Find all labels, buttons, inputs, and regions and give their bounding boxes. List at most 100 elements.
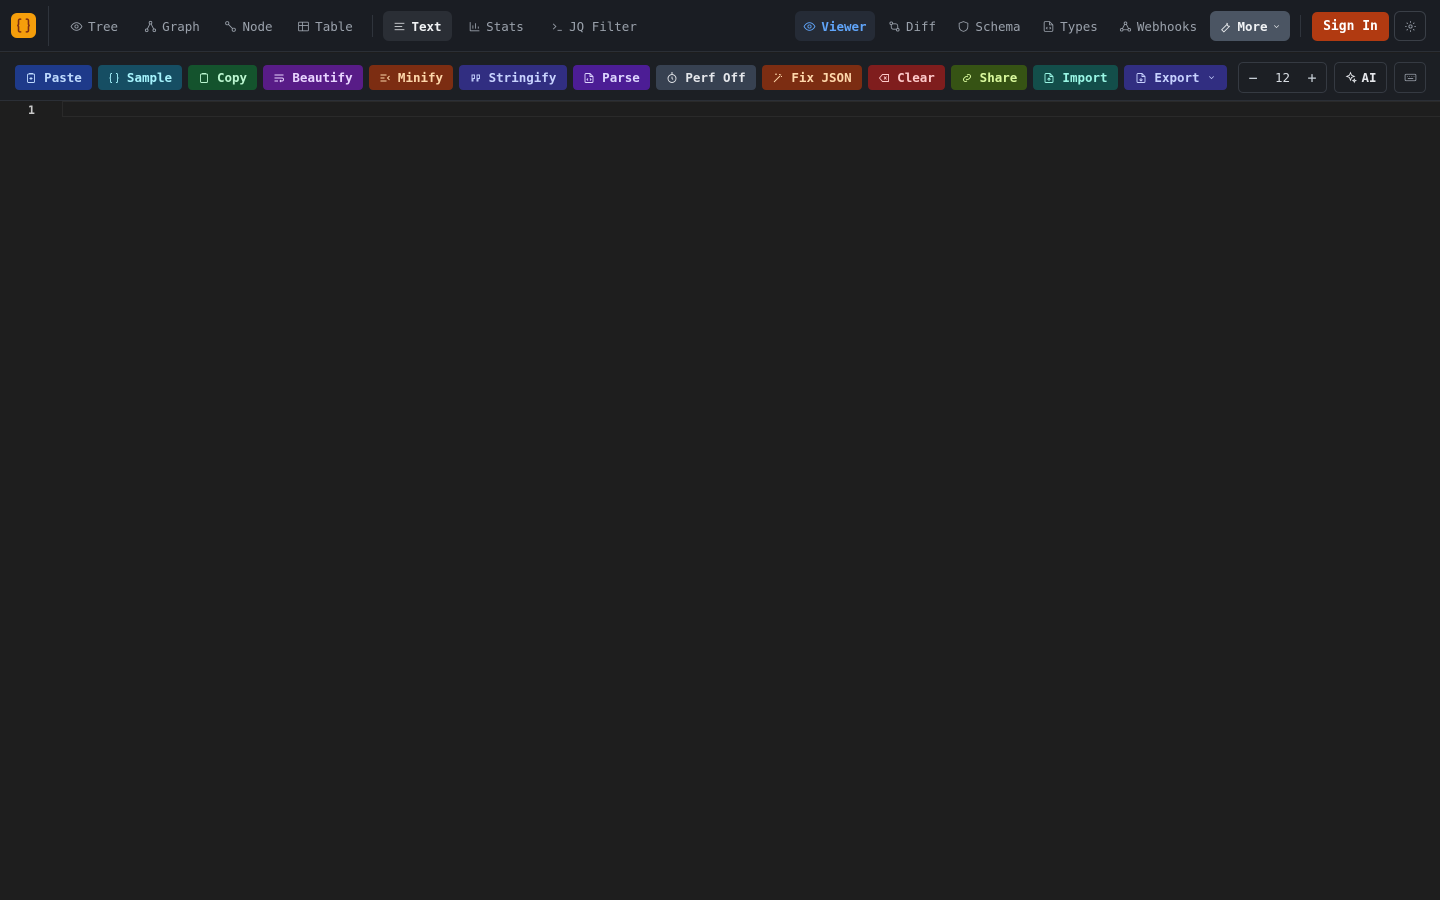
text-editor[interactable]: 1: [0, 101, 1440, 900]
eye-icon: [70, 21, 83, 31]
stringify-button[interactable]: Stringify: [459, 65, 567, 90]
tab-tree[interactable]: Tree: [62, 11, 126, 41]
tab-label: Webhooks: [1136, 18, 1198, 34]
button-label: Minify: [397, 70, 444, 85]
share-button[interactable]: Share: [951, 65, 1027, 90]
gear-icon: [1404, 20, 1416, 32]
diff-icon: [889, 20, 900, 32]
button-label: Import: [1062, 70, 1108, 85]
divider: [1300, 15, 1301, 37]
more-menu-button[interactable]: More: [1210, 11, 1290, 41]
tab-label: Text: [411, 18, 442, 34]
button-label: Paste: [44, 70, 82, 85]
tab-diff[interactable]: Diff: [880, 11, 944, 41]
button-label: Stringify: [488, 70, 557, 85]
copy-button[interactable]: Copy: [188, 65, 257, 90]
eye-icon: [804, 21, 816, 31]
action-toolbar: Paste Sample Copy Beautify Minify String…: [0, 53, 1440, 101]
shield-icon: [959, 20, 969, 32]
tab-label: More: [1237, 18, 1268, 34]
tab-types[interactable]: Types: [1035, 11, 1105, 41]
graph-icon: [145, 20, 157, 32]
sample-button[interactable]: Sample: [98, 65, 182, 90]
tab-stats[interactable]: Stats: [460, 11, 532, 41]
chevron-down-icon: [1208, 76, 1214, 80]
font-size-stepper: − 12 +: [1238, 62, 1327, 93]
parse-button[interactable]: Parse: [573, 65, 650, 90]
tab-label: JQ Filter: [569, 18, 637, 34]
tab-label: Types: [1060, 18, 1098, 34]
clear-button[interactable]: Clear: [868, 65, 945, 90]
beautify-button[interactable]: Beautify: [263, 65, 363, 90]
wand-icon: [774, 73, 783, 82]
tab-label: Diff: [905, 18, 937, 34]
button-label: Parse: [602, 70, 640, 85]
tab-text[interactable]: Text: [383, 11, 452, 41]
tab-label: Graph: [162, 18, 200, 34]
link-icon: [962, 73, 971, 82]
button-label: Export: [1154, 70, 1200, 85]
table-icon: [298, 21, 309, 31]
bar-chart-icon: [469, 21, 480, 31]
divider: [48, 6, 49, 46]
ai-label: AI: [1361, 70, 1377, 85]
settings-button[interactable]: [1394, 11, 1426, 41]
paste-button[interactable]: Paste: [15, 65, 92, 90]
clipboard-icon: [199, 72, 208, 83]
tab-viewer[interactable]: Viewer: [795, 11, 875, 41]
wrap-text-icon: [274, 74, 285, 82]
eraser-icon: [879, 73, 890, 82]
tab-jq-filter[interactable]: JQ Filter: [541, 11, 647, 41]
tab-schema[interactable]: Schema: [950, 11, 1028, 41]
file-code-icon: [584, 72, 594, 83]
button-label: Clear: [897, 70, 935, 85]
tab-label: Schema: [975, 18, 1021, 34]
minify-button[interactable]: Minify: [369, 65, 453, 90]
ai-button[interactable]: AI: [1334, 62, 1387, 93]
keyboard-shortcuts-button[interactable]: [1394, 62, 1426, 93]
tab-label: Tree: [87, 18, 119, 34]
file-code-icon: [1043, 20, 1054, 32]
export-dropdown-button[interactable]: Export: [1124, 65, 1227, 90]
braces-icon: [109, 72, 119, 83]
button-label: Beautify: [292, 70, 353, 85]
wrench-icon: [1221, 22, 1231, 33]
top-bar: Tree Graph Node Table Text Stats JQ Filt…: [0, 0, 1440, 52]
minify-icon: [380, 74, 390, 81]
button-label: Share: [979, 70, 1018, 85]
tab-table[interactable]: Table: [289, 11, 361, 41]
sparkles-icon: [1346, 71, 1358, 84]
tab-label: Node: [242, 18, 273, 34]
editor-current-line[interactable]: [62, 101, 1440, 117]
increase-font-button[interactable]: +: [1298, 63, 1326, 92]
tab-label: Viewer: [821, 18, 867, 34]
terminal-icon: [552, 22, 562, 31]
node-icon: [225, 20, 237, 32]
divider: [372, 15, 373, 37]
text-lines-icon: [395, 22, 405, 30]
import-button[interactable]: Import: [1033, 65, 1118, 90]
braces-logo-icon[interactable]: [11, 13, 36, 38]
tab-node[interactable]: Node: [217, 11, 280, 41]
keyboard-icon: [1404, 73, 1416, 82]
tab-webhooks[interactable]: Webhooks: [1111, 11, 1205, 41]
file-down-icon: [1136, 72, 1146, 83]
tab-label: Table: [315, 18, 353, 34]
tab-label: Stats: [486, 18, 524, 34]
font-size-value: 12: [1274, 70, 1291, 85]
button-label: Sample: [126, 70, 173, 85]
tab-graph[interactable]: Graph: [136, 11, 208, 41]
perf-toggle-button[interactable]: Perf Off: [656, 65, 756, 90]
clipboard-paste-icon: [27, 72, 36, 83]
file-up-icon: [1044, 72, 1054, 83]
button-label: Fix JSON: [791, 70, 852, 85]
quote-icon: [471, 74, 480, 81]
fix-json-button[interactable]: Fix JSON: [762, 65, 862, 90]
webhook-icon: [1119, 20, 1131, 32]
button-label: Copy: [216, 70, 248, 85]
button-label: Perf Off: [685, 70, 746, 85]
decrease-font-button[interactable]: −: [1239, 63, 1267, 92]
chevron-down-icon: [1273, 24, 1279, 28]
sign-in-button[interactable]: Sign In: [1312, 12, 1389, 41]
timer-icon: [667, 72, 677, 83]
